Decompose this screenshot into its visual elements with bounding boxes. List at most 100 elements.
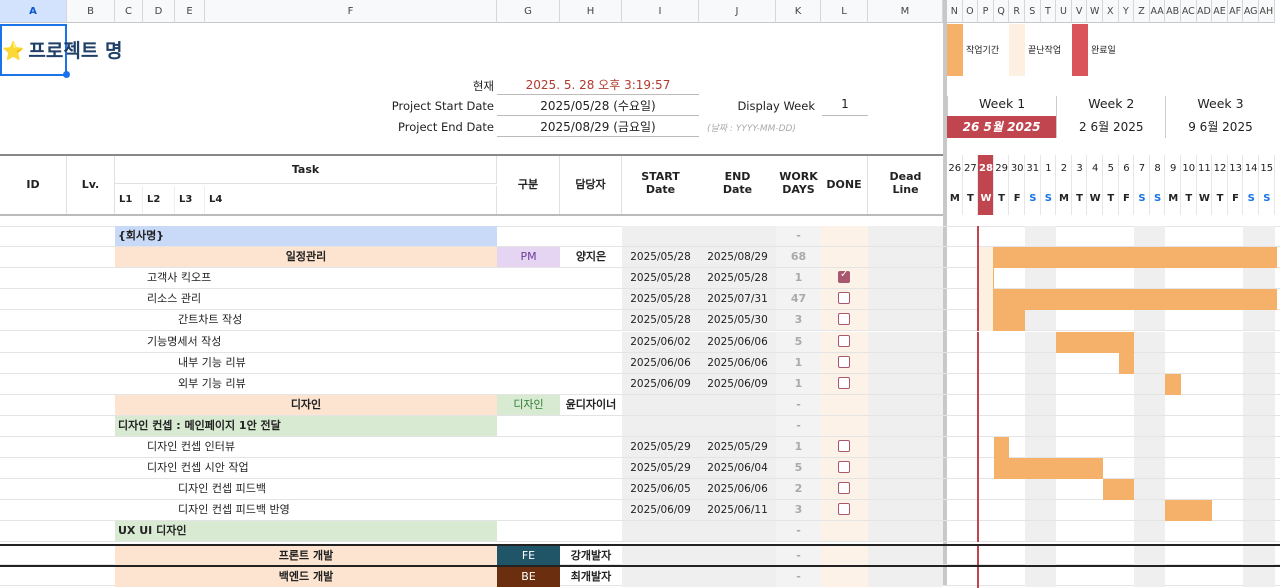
column-header-e[interactable]: E xyxy=(175,0,205,23)
end-date[interactable]: 2025/06/11 xyxy=(699,500,776,520)
type-badge[interactable]: PM xyxy=(497,247,560,267)
task-name[interactable]: 외부 기능 리뷰 xyxy=(178,374,497,394)
end-date[interactable]: 2025/06/06 xyxy=(699,479,776,499)
column-header-q[interactable]: Q xyxy=(993,0,1010,23)
table-row[interactable]: 디자인 컨셉 : 메인페이지 1안 전달 - xyxy=(0,416,1280,437)
start-date[interactable]: 2025/06/05 xyxy=(622,479,699,499)
column-header-i[interactable]: I xyxy=(622,0,699,23)
task-name[interactable]: 디자인 컨셉 인터뷰 xyxy=(147,437,497,457)
table-row[interactable]: 디자인 컨셉 인터뷰 2025/05/29 2025/05/29 1 xyxy=(0,437,1280,458)
column-header-b[interactable]: B xyxy=(67,0,115,23)
owner[interactable]: 양지은 xyxy=(560,247,622,267)
header-done[interactable]: DONE xyxy=(821,156,868,214)
start-date[interactable]: 2025/05/29 xyxy=(622,458,699,478)
owner[interactable]: 최개발자 xyxy=(560,567,622,587)
header-l3[interactable]: L3 xyxy=(175,186,205,214)
task-name[interactable]: 고객사 킥오프 xyxy=(147,268,497,288)
column-header-ae[interactable]: AE xyxy=(1212,0,1228,23)
column-header-v[interactable]: V xyxy=(1071,0,1088,23)
type-badge[interactable]: FE xyxy=(497,546,560,566)
project-title[interactable]: ⭐ 프로젝트 명 xyxy=(2,36,122,63)
gantt-bar[interactable] xyxy=(1118,353,1135,374)
header-workdays[interactable]: WORK DAYS xyxy=(776,170,821,200)
task-name[interactable]: 디자인 컨셉 : 메인페이지 1안 전달 xyxy=(115,416,497,436)
column-header-h[interactable]: H xyxy=(560,0,622,23)
column-header-c[interactable]: C xyxy=(115,0,143,23)
task-name[interactable]: 간트차트 작성 xyxy=(178,310,497,330)
header-owner[interactable]: 담당자 xyxy=(560,156,622,214)
done-checkbox[interactable] xyxy=(838,292,850,304)
header-id[interactable]: ID xyxy=(0,156,67,214)
table-row[interactable]: {회사명} - xyxy=(0,226,1280,247)
task-name[interactable]: 디자인 컨셉 시안 작업 xyxy=(147,458,497,478)
column-header-t[interactable]: T xyxy=(1040,0,1057,23)
end-date[interactable]: 2025/05/29 xyxy=(699,437,776,457)
done-checkbox[interactable] xyxy=(838,461,850,473)
start-date[interactable]: 2025/05/28 xyxy=(622,268,699,288)
start-date[interactable]: 2025/06/09 xyxy=(622,500,699,520)
start-date[interactable]: 2025/06/09 xyxy=(622,374,699,394)
column-header-aa[interactable]: AA xyxy=(1149,0,1166,23)
column-header-o[interactable]: O xyxy=(962,0,979,23)
header-deadline[interactable]: Dead Line xyxy=(868,170,943,200)
column-header-ab[interactable]: AB xyxy=(1165,0,1181,23)
now-value[interactable]: 2025. 5. 28 오후 3:19:57 xyxy=(497,76,699,95)
end-date-value[interactable]: 2025/08/29 (금요일) xyxy=(497,118,699,137)
table-row[interactable]: 백엔드 개발 BE 최개발자 - xyxy=(0,565,1280,588)
column-header-u[interactable]: U xyxy=(1056,0,1072,23)
end-date[interactable]: 2025/08/29 xyxy=(699,247,776,267)
done-checkbox[interactable] xyxy=(838,356,850,368)
table-row[interactable]: 고객사 킥오프 2025/05/28 2025/05/28 1 xyxy=(0,268,1280,289)
column-header-ah[interactable]: AH xyxy=(1259,0,1275,23)
end-date[interactable]: 2025/05/30 xyxy=(699,310,776,330)
column-header-j[interactable]: J xyxy=(699,0,776,23)
column-header-x[interactable]: X xyxy=(1103,0,1119,23)
header-start-date[interactable]: START Date xyxy=(622,170,699,200)
task-name[interactable]: 백엔드 개발 xyxy=(115,567,497,587)
type-badge[interactable]: BE xyxy=(497,567,560,587)
column-header-k[interactable]: K xyxy=(776,0,821,23)
done-checkbox[interactable] xyxy=(838,482,850,494)
task-name[interactable]: 내부 기능 리뷰 xyxy=(178,353,497,373)
task-name[interactable]: UX UI 디자인 xyxy=(115,521,497,541)
done-checkbox[interactable] xyxy=(838,269,850,283)
header-level[interactable]: Lv. xyxy=(67,156,115,214)
column-header-z[interactable]: Z xyxy=(1134,0,1150,23)
table-row[interactable]: 일정관리 PM 양지은 2025/05/28 2025/08/29 68 xyxy=(0,247,1280,268)
owner[interactable]: 강개발자 xyxy=(560,546,622,566)
column-header-d[interactable]: D xyxy=(143,0,175,23)
display-week-input[interactable]: 1 xyxy=(822,97,868,116)
column-header-g[interactable]: G xyxy=(497,0,560,23)
end-date[interactable]: 2025/06/09 xyxy=(699,374,776,394)
table-row[interactable]: 디자인 컨셉 피드백 2025/06/05 2025/06/06 2 xyxy=(0,479,1280,500)
header-l2[interactable]: L2 xyxy=(143,186,175,214)
column-header-y[interactable]: Y xyxy=(1118,0,1135,23)
column-header-s[interactable]: S xyxy=(1025,0,1041,23)
header-task[interactable]: Task xyxy=(115,156,497,184)
column-header-ad[interactable]: AD xyxy=(1196,0,1213,23)
start-date[interactable]: 2025/05/29 xyxy=(622,437,699,457)
gantt-bar[interactable] xyxy=(1103,479,1135,500)
table-row[interactable]: UX UI 디자인 - xyxy=(0,521,1280,542)
gantt-bar[interactable] xyxy=(1165,374,1181,395)
table-row[interactable]: 디자인 컨셉 피드백 반영 2025/06/09 2025/06/11 3 xyxy=(0,500,1280,521)
done-checkbox[interactable] xyxy=(838,377,850,389)
task-name[interactable]: 리소스 관리 xyxy=(147,289,497,309)
column-header-a[interactable]: A xyxy=(0,0,67,23)
table-row[interactable]: 디자인 컨셉 시안 작업 2025/05/29 2025/06/04 5 xyxy=(0,458,1280,479)
gantt-bar[interactable] xyxy=(978,289,1277,310)
column-header-n[interactable]: N xyxy=(947,0,963,23)
column-header-ac[interactable]: AC xyxy=(1181,0,1197,23)
fill-handle[interactable] xyxy=(63,71,70,78)
start-date[interactable]: 2025/05/28 xyxy=(622,310,699,330)
task-name[interactable]: 디자인 xyxy=(115,395,497,415)
task-name[interactable]: 디자인 컨셉 피드백 반영 xyxy=(178,500,497,520)
end-date[interactable]: 2025/06/06 xyxy=(699,353,776,373)
table-row[interactable]: 프론트 개발 FE 강개발자 - xyxy=(0,544,1280,567)
owner[interactable]: 윤디자이너 xyxy=(560,395,622,415)
column-header-f[interactable]: F xyxy=(205,0,497,23)
table-row[interactable]: 외부 기능 리뷰 2025/06/09 2025/06/09 1 xyxy=(0,374,1280,395)
gantt-bar[interactable] xyxy=(978,247,1277,268)
start-date[interactable]: 2025/06/06 xyxy=(622,353,699,373)
start-date[interactable]: 2025/05/28 xyxy=(622,247,699,267)
